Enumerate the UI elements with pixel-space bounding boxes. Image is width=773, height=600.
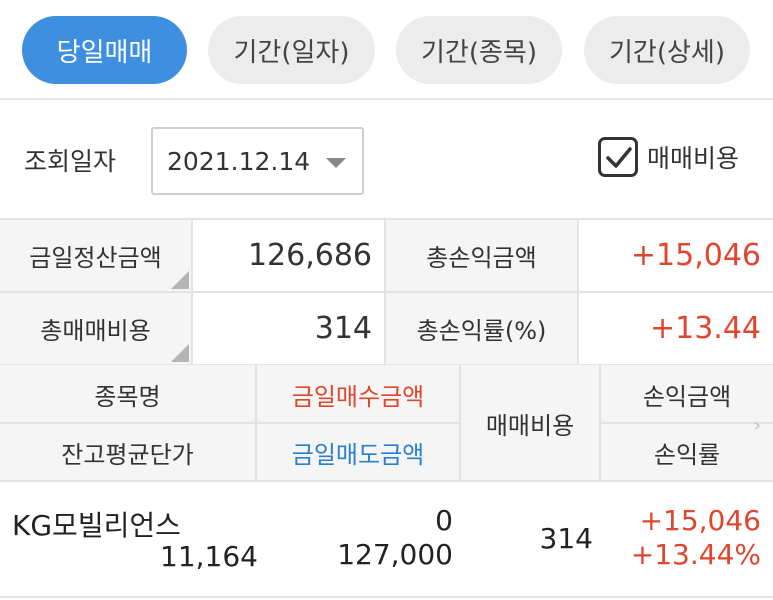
table-row[interactable]: KG모빌리언스 11,164 0 127,000 314 +15,046 +13… — [0, 482, 773, 600]
date-value: 2021.12.14 — [167, 146, 311, 176]
total-pnl-value: +15,046 — [579, 220, 773, 293]
header-buy-amount: 금일매수금액 — [257, 365, 461, 423]
date-label: 조회일자 — [24, 147, 117, 176]
table-header[interactable]: 종목명 잔고평균단가 금일매수금액 금일매도금액 매매비용 손익금액 손익률 › — [0, 365, 773, 482]
tab-period-stock[interactable]: 기간(종목) — [396, 16, 562, 84]
total-fee-label-cell[interactable]: 총매매비용 — [0, 293, 193, 366]
corner-indicator-icon — [171, 271, 189, 289]
header-avg-price: 잔고평균단가 — [0, 423, 257, 482]
header-pnl: 손익금액 — [642, 382, 732, 411]
corner-indicator-icon — [171, 344, 189, 362]
total-pnl-rate-value: +13.44 — [579, 293, 773, 366]
row-fee: 314 — [539, 522, 593, 555]
settlement-label-cell[interactable]: 금일정산금액 — [0, 220, 193, 293]
query-row: 조회일자 2021.12.14 매매비용 — [0, 102, 773, 218]
row-pnl: +15,046 — [639, 504, 761, 537]
checkmark-icon — [606, 147, 632, 168]
summary-grid: 금일정산금액 126,686 총손익금액 +15,046 총매매비용 314 총… — [0, 218, 773, 366]
header-fee: 매매비용 — [461, 365, 601, 482]
tab-period-date[interactable]: 기간(일자) — [208, 16, 375, 84]
settlement-label: 금일정산금액 — [29, 244, 162, 272]
tab-period-detail[interactable]: 기간(상세) — [584, 16, 750, 84]
divider — [0, 596, 773, 598]
chevron-right-icon[interactable]: › — [754, 415, 761, 436]
total-fee-label: 총매매비용 — [40, 317, 151, 345]
row-sell-amount: 127,000 — [337, 538, 453, 571]
row-buy-amount: 0 — [435, 504, 453, 537]
row-pnl-rate: +13.44% — [630, 538, 761, 571]
total-pnl-label: 총손익금액 — [386, 220, 579, 293]
fee-checkbox[interactable] — [598, 137, 638, 177]
date-select[interactable]: 2021.12.14 — [151, 127, 364, 195]
fee-checkbox-group[interactable]: 매매비용 — [598, 137, 739, 177]
divider — [0, 422, 461, 424]
divider — [601, 422, 773, 424]
row-stock-name: KG모빌리언스 — [12, 509, 181, 542]
tab-bar: 당일매매 기간(일자) 기간(종목) 기간(상세) — [0, 0, 773, 100]
chevron-down-icon — [326, 158, 346, 168]
total-fee-value: 314 — [193, 293, 386, 366]
header-stock-name: 종목명 — [0, 365, 257, 423]
fee-checkbox-label: 매매비용 — [647, 144, 740, 173]
settlement-value: 126,686 — [193, 220, 386, 293]
total-pnl-rate-label: 총손익률(%) — [386, 293, 579, 366]
row-avg-price: 11,164 — [160, 540, 258, 573]
tab-today-trades[interactable]: 당일매매 — [22, 16, 187, 84]
header-sell-amount: 금일매도금액 — [257, 423, 461, 482]
header-pnl-rate: 손익률 — [653, 441, 721, 469]
